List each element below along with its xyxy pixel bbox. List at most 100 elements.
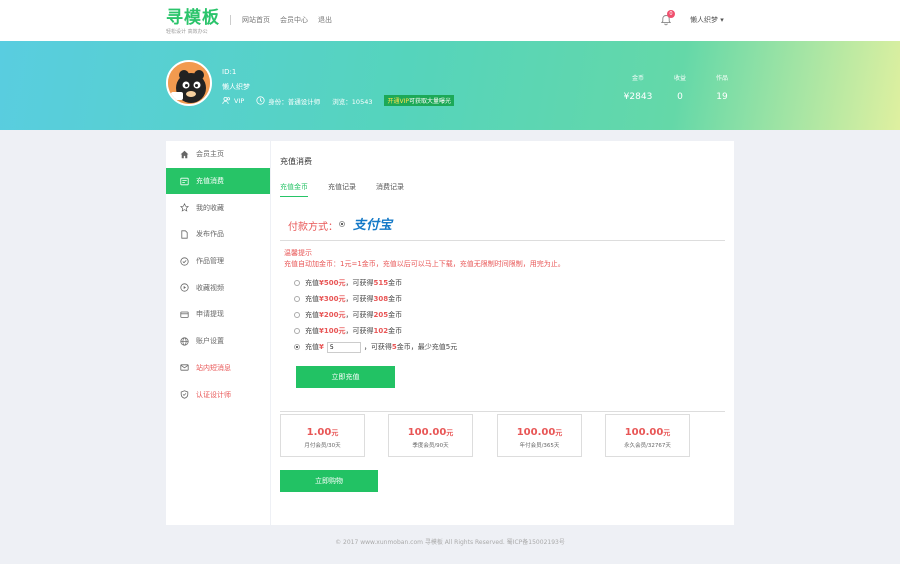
recharge-option-200[interactable]: 充值 ¥200元 ，可获得 205 金币 [294, 307, 457, 323]
stat-coins: 金币 ¥2843 [617, 74, 659, 110]
option-mid: ，可获得 [363, 343, 392, 351]
sidebar-item-label: 收藏视频 [196, 283, 224, 292]
tip-text: 充值自动加金币：1元=1金币，充值以后可以马上下载，充值无限制时间限制，用完为止… [284, 260, 565, 268]
sidebar-item-videos[interactable]: 收藏视频 [166, 274, 270, 301]
vip-label: VIP [234, 96, 245, 105]
stat-label: 金币 [631, 75, 644, 82]
radio-button[interactable] [294, 312, 300, 318]
sidebar-item-settings[interactable]: 账户设置 [166, 328, 270, 355]
sidebar-item-label: 申请提现 [196, 310, 224, 319]
tab-spending-history[interactable]: 消费记录 [376, 182, 404, 197]
logo-subtitle: 轻松设计 高效办公 [166, 29, 208, 35]
alipay-radio[interactable] [339, 221, 345, 227]
option-prefix: 充值 [305, 343, 319, 351]
radio-button[interactable] [294, 344, 300, 350]
identity-info: 身份：普通设计师 [256, 96, 320, 106]
plan-desc: 年付会员/365天 [519, 443, 560, 449]
pay-method-label: 付款方式： [288, 222, 338, 233]
user-name: 懒人织梦 [222, 83, 250, 91]
stat-value: 0 [677, 92, 683, 102]
star-icon [180, 203, 189, 212]
mail-icon [180, 364, 189, 371]
profile-info-row: VIP 身份：普通设计师 浏览：10543 开通VIP可获取大量曝光 [222, 95, 454, 106]
option-amount: ¥500元 [319, 279, 346, 287]
views-info: 浏览：10543 [332, 96, 372, 106]
stat-label: 作品 [715, 75, 728, 82]
option-amount: ¥200元 [319, 311, 346, 319]
plan-yearly[interactable]: 100.00元 年付会员/365天 [497, 414, 582, 457]
page-title: 充值消费 [280, 157, 312, 166]
sidebar-item-certify[interactable]: 认证设计师 [166, 381, 270, 408]
option-coins: 308 [373, 295, 389, 303]
sidebar-item-label: 站内短消息 [196, 363, 231, 372]
recharge-option-custom[interactable]: 充值 ¥ ，可获得 5 金币，最少充值5元 [294, 339, 457, 355]
plan-price-value: 100.00 [516, 427, 556, 438]
user-menu-name: 懒人织梦 [690, 16, 718, 24]
plan-desc: 月付会员/30天 [304, 443, 341, 449]
chevron-down-icon: ▾ [720, 16, 724, 24]
vip-promo-link[interactable]: 开通VIP可获取大量曝光 [384, 95, 454, 106]
plan-price: 100.00元 [606, 427, 689, 438]
stat-earnings: 收益 0 [659, 74, 701, 110]
radio-button[interactable] [294, 296, 300, 302]
tip-title: 温馨提示 [284, 249, 312, 257]
plan-price: 1.00元 [281, 427, 364, 438]
logo-text: 寻模板 [166, 8, 220, 28]
plan-price: 100.00元 [389, 427, 472, 438]
option-mid: ，可获得 [345, 327, 374, 335]
profile-banner [0, 41, 900, 130]
nav-member-center-link[interactable]: 会员中心 [280, 14, 308, 26]
sidebar-item-messages[interactable]: 站内短消息 [166, 355, 270, 382]
plan-price-value: 100.00 [624, 427, 664, 438]
option-suffix: 金币 [388, 295, 403, 303]
plan-desc: 季度会员/90天 [412, 443, 449, 449]
tab-recharge-history[interactable]: 充值记录 [328, 182, 356, 197]
currency-symbol: ¥ [319, 343, 324, 351]
sidebar-item-recharge[interactable]: 充值消费 [166, 167, 270, 195]
plan-price-value: 1.00 [306, 427, 332, 438]
top-nav: 网站首页 会员中心 退出 [242, 14, 332, 26]
plan-lifetime[interactable]: 100.00元 永久会员/32767天 [605, 414, 690, 457]
tabs: 充值金币 充值记录 消费记录 [280, 182, 424, 197]
sidebar-item-works[interactable]: 作品管理 [166, 248, 270, 275]
plan-desc: 永久会员/32767天 [624, 443, 671, 449]
radio-button[interactable] [294, 280, 300, 286]
option-suffix: 金币 [388, 327, 403, 335]
sidebar-item-publish[interactable]: 发布作品 [166, 221, 270, 248]
home-icon [180, 150, 189, 159]
stat-value: 19 [716, 92, 728, 102]
identity-label: 身份：普通设计师 [268, 97, 321, 106]
recharge-button[interactable]: 立即充值 [296, 366, 395, 388]
nav-home-link[interactable]: 网站首页 [242, 14, 270, 26]
users-icon [222, 96, 231, 105]
recharge-option-500[interactable]: 充值 ¥500元 ，可获得 515 金币 [294, 275, 457, 291]
sidebar-item-label: 会员主页 [196, 150, 224, 159]
recharge-option-300[interactable]: 充值 ¥300元 ，可获得 308 金币 [294, 291, 457, 307]
plan-monthly[interactable]: 1.00元 月付会员/30天 [280, 414, 365, 457]
custom-amount-input[interactable] [326, 341, 361, 353]
profile-stats: 金币 ¥2843 收益 0 作品 19 [617, 74, 743, 110]
recharge-option-100[interactable]: 充值 ¥100元 ，可获得 102 金币 [294, 323, 457, 339]
main-panel: 充值消费 充值金币 充值记录 消费记录 付款方式： 支付宝 温馨提示 充值自动加… [271, 141, 734, 525]
plan-price-unit: 元 [555, 429, 563, 437]
sidebar-item-member-home[interactable]: 会员主页 [166, 141, 270, 168]
avatar[interactable] [166, 60, 212, 106]
plan-price-unit: 元 [663, 429, 671, 437]
option-prefix: 充值 [305, 311, 319, 319]
site-logo[interactable]: 寻模板 轻松设计 高效办公 [166, 8, 220, 36]
plan-price-value: 100.00 [407, 427, 447, 438]
stat-label: 收益 [673, 75, 686, 82]
plan-price-unit: 元 [446, 429, 454, 437]
plan-quarterly[interactable]: 100.00元 季度会员/90天 [388, 414, 473, 457]
nav-logout-link[interactable]: 退出 [318, 14, 332, 26]
option-mid: ，可获得 [345, 295, 374, 303]
user-menu[interactable]: 懒人织梦 ▾ [690, 14, 724, 26]
radio-button[interactable] [294, 328, 300, 334]
sidebar-item-label: 账户设置 [196, 337, 224, 346]
sidebar-item-favorites[interactable]: 我的收藏 [166, 194, 270, 221]
tab-recharge-coins[interactable]: 充值金币 [280, 182, 308, 197]
divider [280, 411, 725, 412]
buy-button[interactable]: 立即购物 [280, 470, 378, 492]
sidebar-item-withdraw[interactable]: 申请提现 [166, 301, 270, 328]
globe-icon [180, 337, 189, 346]
